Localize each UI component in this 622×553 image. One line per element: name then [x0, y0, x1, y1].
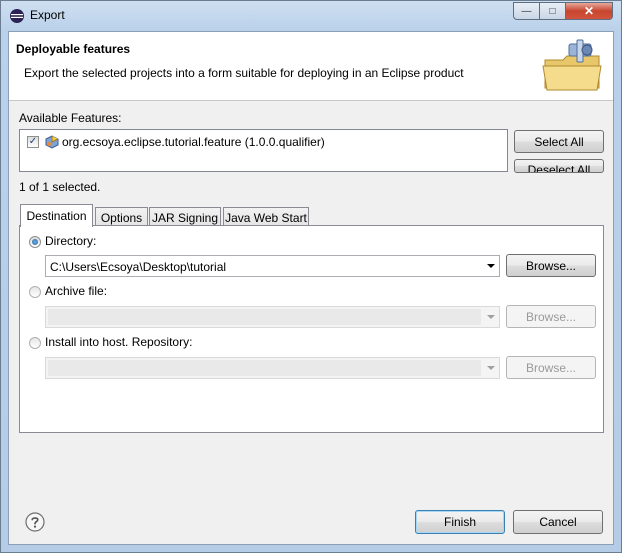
- chevron-down-icon[interactable]: [487, 264, 495, 268]
- archive-file-combo[interactable]: [45, 306, 500, 328]
- export-folder-icon: [542, 39, 602, 91]
- close-icon: ✕: [583, 4, 595, 18]
- repository-browse-button[interactable]: Browse...: [506, 356, 596, 379]
- repository-label: Install into host. Repository:: [45, 335, 193, 349]
- finish-button[interactable]: Finish: [415, 510, 505, 534]
- eclipse-icon: [10, 9, 24, 23]
- tab-destination[interactable]: Destination: [20, 204, 93, 227]
- feature-icon: [45, 135, 59, 149]
- export-window: Export — □ ✕ Deployable features Export …: [0, 0, 622, 553]
- maximize-button[interactable]: □: [539, 2, 566, 20]
- feature-label: org.ecsoya.eclipse.tutorial.feature (1.0…: [62, 135, 325, 149]
- directory-browse-button[interactable]: Browse...: [506, 254, 596, 277]
- feature-checkbox[interactable]: ✓: [27, 136, 39, 148]
- directory-label: Directory:: [45, 234, 97, 248]
- archive-file-radio[interactable]: [29, 286, 41, 298]
- title-bar[interactable]: Export — □ ✕: [1, 1, 621, 31]
- available-features-label: Available Features:: [19, 111, 122, 125]
- archive-browse-button[interactable]: Browse...: [506, 305, 596, 328]
- minimize-button[interactable]: —: [513, 2, 540, 20]
- chevron-down-icon[interactable]: [487, 315, 495, 319]
- chevron-down-icon[interactable]: [487, 366, 495, 370]
- dialog-client: Deployable features Export the selected …: [8, 31, 614, 545]
- page-title: Deployable features: [16, 42, 131, 56]
- minimize-icon: —: [521, 5, 532, 17]
- features-list[interactable]: ✓ org.ecsoya.eclipse.tutorial.feature (1…: [19, 129, 508, 172]
- repository-field: [48, 360, 481, 376]
- archive-file-field: [48, 309, 481, 325]
- list-item[interactable]: ✓ org.ecsoya.eclipse.tutorial.feature (1…: [26, 134, 496, 150]
- window-title: Export: [30, 8, 65, 22]
- archive-file-label: Archive file:: [45, 284, 108, 298]
- tab-options[interactable]: Options: [95, 207, 148, 227]
- close-button[interactable]: ✕: [565, 2, 613, 20]
- page-description: Export the selected projects into a form…: [24, 66, 464, 80]
- directory-radio[interactable]: [29, 236, 41, 248]
- tab-jar-signing[interactable]: JAR Signing: [149, 207, 221, 227]
- tab-java-web-start[interactable]: Java Web Start: [223, 207, 309, 227]
- repository-combo[interactable]: [45, 357, 500, 379]
- repository-radio[interactable]: [29, 337, 41, 349]
- deselect-all-button[interactable]: Deselect All: [514, 159, 604, 173]
- directory-combo[interactable]: C:\Users\Ecsoya\Desktop\tutorial: [45, 255, 500, 277]
- wizard-header: Deployable features Export the selected …: [9, 32, 613, 101]
- select-all-button[interactable]: Select All: [514, 130, 604, 153]
- cancel-button[interactable]: Cancel: [513, 510, 603, 534]
- help-icon[interactable]: [25, 512, 45, 532]
- selection-status: 1 of 1 selected.: [19, 180, 101, 194]
- directory-value: C:\Users\Ecsoya\Desktop\tutorial: [50, 260, 227, 274]
- maximize-icon: □: [549, 5, 556, 17]
- destination-panel: Directory: C:\Users\Ecsoya\Desktop\tutor…: [19, 225, 604, 433]
